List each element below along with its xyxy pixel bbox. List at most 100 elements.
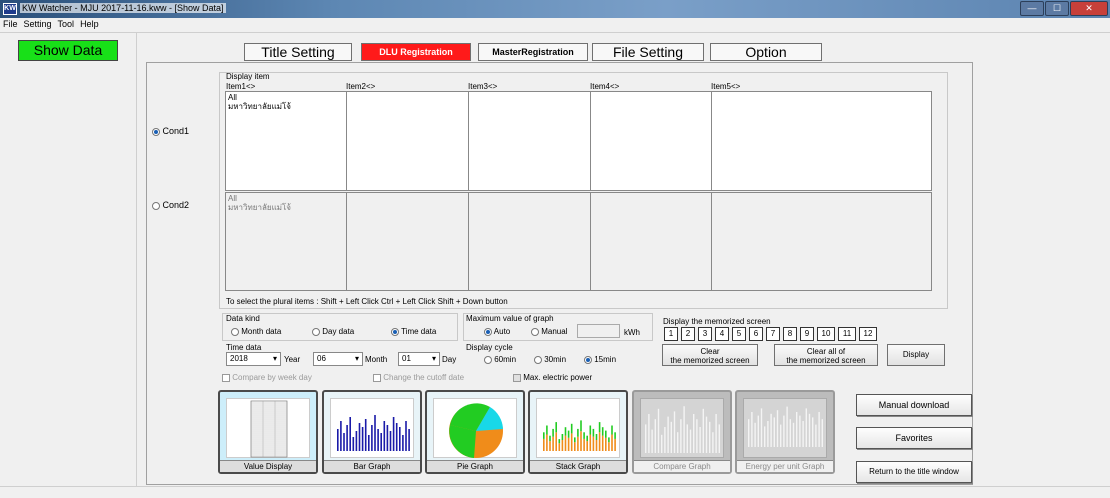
list-item[interactable]: มหาวิทยาลัยแม่โจ้ — [228, 102, 344, 111]
compare-graph-label: Compare Graph — [634, 460, 730, 472]
return-title-window-button[interactable]: Return to the title window — [856, 461, 972, 483]
manual-download-button[interactable]: Manual download — [856, 394, 972, 416]
compare-week-day-checkbox[interactable]: Compare by week day — [222, 373, 312, 382]
year-label: Year — [284, 355, 301, 364]
memorized-screen-7-button[interactable]: 7 — [766, 327, 780, 341]
app-icon: KW — [3, 3, 17, 15]
month-select[interactable]: 06 ▾ — [313, 352, 363, 366]
auto-radio[interactable]: Auto — [484, 327, 510, 336]
year-select[interactable]: 2018 ▾ — [226, 352, 281, 366]
cond1-radio-indicator[interactable] — [152, 127, 160, 136]
master-registration-button[interactable]: MasterRegistration — [478, 43, 588, 61]
column-header-item2[interactable]: Item2<> — [346, 82, 375, 91]
minimize-button[interactable]: — — [1020, 1, 1044, 16]
memorized-screen-4-button[interactable]: 4 — [715, 327, 729, 341]
memorized-screen-3-button[interactable]: 3 — [698, 327, 712, 341]
energy-graph-label: Energy per unit Graph — [737, 460, 833, 472]
cond2-radio[interactable]: Cond2 — [152, 200, 189, 210]
month-data-radio[interactable]: Month data — [231, 327, 281, 336]
memorized-screen-2-button[interactable]: 2 — [681, 327, 695, 341]
left-panel-divider — [136, 33, 137, 486]
menu-setting[interactable]: Setting — [21, 18, 55, 31]
memorized-screen-6-button[interactable]: 6 — [749, 327, 763, 341]
display-item-label: Display item — [226, 72, 270, 81]
table-icon — [226, 398, 310, 458]
cycle-30min-radio[interactable]: 30min — [534, 355, 566, 364]
change-cutoff-checkbox[interactable]: Change the cutoff date — [373, 373, 464, 382]
chevron-down-icon: ▾ — [354, 354, 359, 363]
day-select[interactable]: 01 ▾ — [398, 352, 440, 366]
memorized-screen-8-button[interactable]: 8 — [783, 327, 797, 341]
column-header-item5[interactable]: Item5<> — [711, 82, 740, 91]
cond1-item3-list[interactable] — [469, 92, 591, 190]
stack-graph-label: Stack Graph — [530, 460, 626, 472]
bar-graph-label: Bar Graph — [324, 460, 420, 472]
menu-tool[interactable]: Tool — [55, 18, 78, 31]
title-setting-button[interactable]: Title Setting — [244, 43, 352, 61]
compare-graph-icon — [640, 398, 724, 458]
column-header-item4[interactable]: Item4<> — [590, 82, 619, 91]
day-label: Day — [442, 355, 457, 364]
cond1-item5-list[interactable] — [712, 92, 931, 190]
memorized-screen-10-button[interactable]: 10 — [817, 327, 835, 341]
memorized-screen-9-button[interactable]: 9 — [800, 327, 814, 341]
cond2-item3-list[interactable] — [469, 193, 591, 290]
cond2-item5-list[interactable] — [712, 193, 931, 290]
column-header-item1[interactable]: Item1<> — [226, 82, 255, 91]
cycle-15min-radio[interactable]: 15min — [584, 355, 616, 364]
max-power-checkbox[interactable]: Max. electric power — [513, 373, 592, 382]
display-button[interactable]: Display — [887, 344, 945, 366]
memorized-label: Display the memorized screen — [663, 317, 771, 326]
menu-bar: File Setting Tool Help — [0, 18, 1110, 31]
menu-file[interactable]: File — [0, 18, 21, 31]
maximize-button[interactable]: ☐ — [1045, 1, 1069, 16]
cycle-60min-radio[interactable]: 60min — [484, 355, 516, 364]
close-button[interactable]: ✕ — [1070, 1, 1108, 16]
cond1-item4-list[interactable] — [591, 92, 712, 190]
show-data-button[interactable]: Show Data — [18, 40, 118, 61]
window-title-bar[interactable]: KW KW Watcher - MJU 2017-11-16.kww - [Sh… — [0, 0, 1110, 18]
pie-graph-label: Pie Graph — [427, 460, 523, 472]
menu-help[interactable]: Help — [77, 18, 102, 31]
time-data-radio[interactable]: Time data — [391, 327, 436, 336]
column-header-item3[interactable]: Item3<> — [468, 82, 497, 91]
manual-radio[interactable]: Manual — [531, 327, 567, 336]
energy-per-unit-graph-button[interactable]: Energy per unit Graph — [735, 390, 835, 474]
memorized-screen-1-button[interactable]: 1 — [664, 327, 678, 341]
cond1-item1-list[interactable]: All มหาวิทยาลัยแม่โจ้ — [226, 92, 347, 190]
clear-memorized-button[interactable]: Clear the memorized screen — [662, 344, 758, 366]
option-button[interactable]: Option — [710, 43, 822, 61]
menu-divider — [0, 32, 1110, 33]
memorized-screen-12-button[interactable]: 12 — [859, 327, 877, 341]
day-data-radio[interactable]: Day data — [312, 327, 354, 336]
compare-graph-button[interactable]: Compare Graph — [632, 390, 732, 474]
status-bar — [0, 486, 1110, 498]
cond2-item2-list[interactable] — [347, 193, 469, 290]
pie-graph-button[interactable]: Pie Graph — [425, 390, 525, 474]
list-item[interactable]: มหาวิทยาลัยแม่โจ้ — [228, 203, 344, 212]
pie-graph-icon — [433, 398, 517, 458]
cond2-item1-list[interactable]: All มหาวิทยาลัยแม่โจ้ — [226, 193, 347, 290]
energy-graph-icon — [743, 398, 827, 458]
bar-graph-button[interactable]: Bar Graph — [322, 390, 422, 474]
data-kind-label: Data kind — [226, 314, 260, 323]
memorized-screen-5-button[interactable]: 5 — [732, 327, 746, 341]
value-display-button[interactable]: Value Display — [218, 390, 318, 474]
cond2-item4-list[interactable] — [591, 193, 712, 290]
manual-value-input[interactable] — [577, 324, 620, 338]
clear-all-memorized-button[interactable]: Clear all of the memorized screen — [774, 344, 878, 366]
stack-graph-button[interactable]: Stack Graph — [528, 390, 628, 474]
window-title: KW Watcher - MJU 2017-11-16.kww - [Show … — [20, 3, 226, 13]
list-item[interactable]: All — [228, 194, 344, 203]
cond1-item2-list[interactable] — [347, 92, 469, 190]
dlu-registration-button[interactable]: DLU Registration — [361, 43, 471, 61]
cond1-radio[interactable]: Cond1 — [152, 126, 189, 136]
month-label: Month — [365, 355, 388, 364]
memorized-screen-11-button[interactable]: 11 — [838, 327, 856, 341]
cond2-radio-indicator[interactable] — [152, 201, 160, 210]
file-setting-button[interactable]: File Setting — [592, 43, 704, 61]
favorites-button[interactable]: Favorites — [856, 427, 972, 449]
display-cycle-label: Display cycle — [466, 343, 513, 352]
list-item[interactable]: All — [228, 93, 344, 102]
stack-graph-icon — [536, 398, 620, 458]
